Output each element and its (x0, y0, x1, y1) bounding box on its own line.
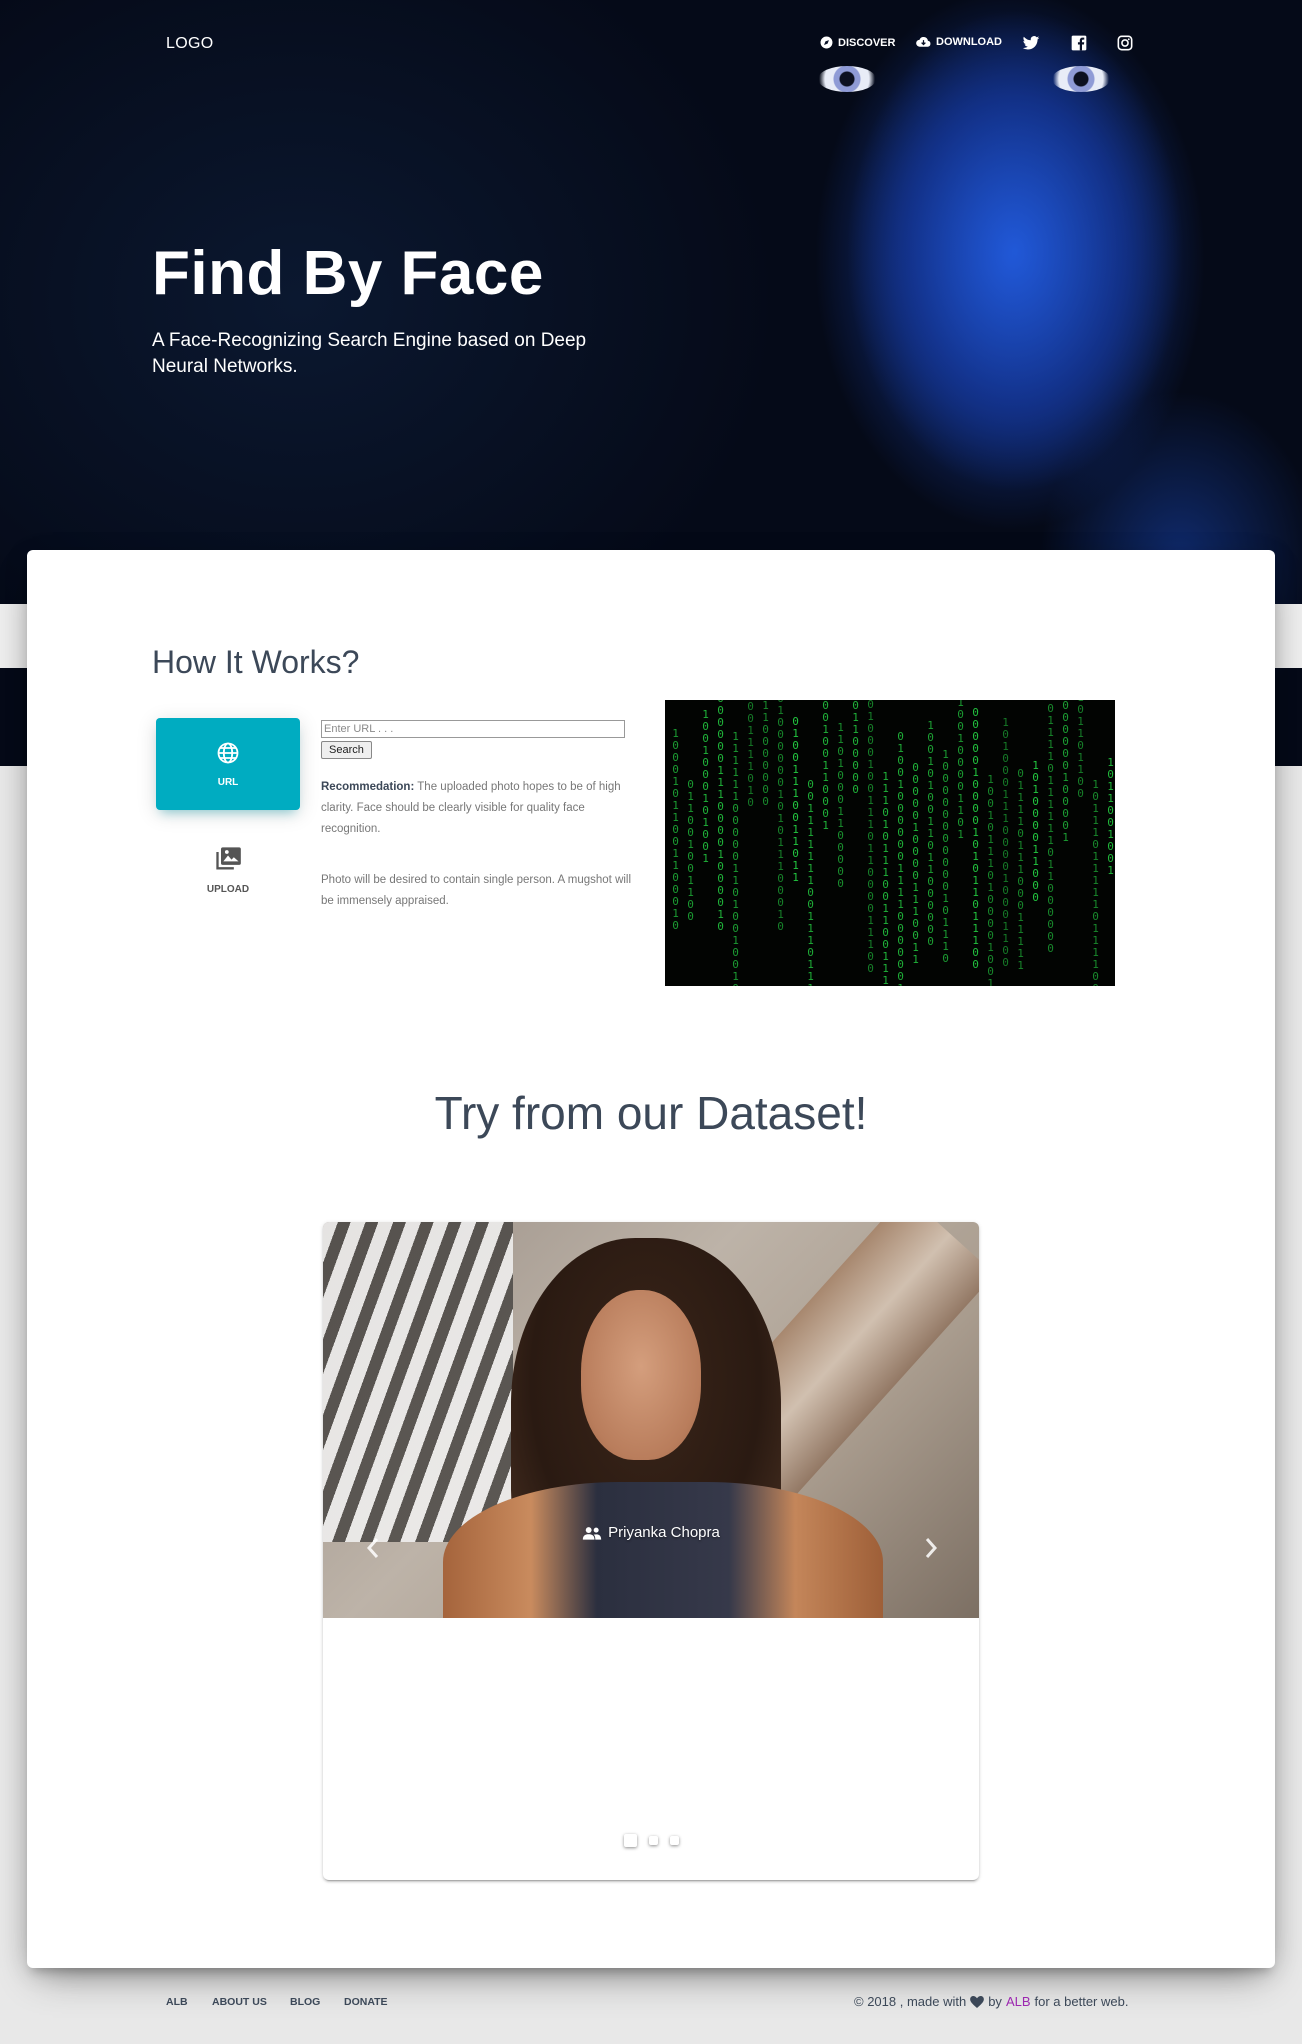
slide-caption: Priyanka Chopra (323, 1524, 979, 1541)
footer-link-blog[interactable]: BLOG (290, 1996, 320, 2008)
compass-icon (820, 36, 833, 49)
dataset-title: Try from our Dataset! (434, 1087, 868, 1139)
twitter-icon[interactable] (1022, 34, 1040, 52)
heart-icon (970, 1995, 985, 2008)
tab-url-label: URL (217, 776, 239, 788)
slide-caption-text: Priyanka Chopra (608, 1524, 720, 1541)
dataset-carousel: Priyanka Chopra (323, 1222, 979, 1880)
url-input[interactable] (321, 720, 625, 738)
how-it-works-title: How It Works? (152, 644, 360, 680)
matrix-code-image: 10001011001100010 011001001100 10010001010… (665, 700, 1115, 986)
carousel-next-button[interactable] (919, 1536, 943, 1560)
tab-upload-label: UPLOAD (206, 883, 250, 895)
recommendation-text: Recommedation: The uploaded photo hopes … (321, 777, 641, 840)
copyright-brand-link[interactable]: ALB (1006, 1994, 1031, 2009)
tab-upload[interactable]: UPLOAD (156, 832, 300, 908)
copyright-prefix: © 2018 , made with (854, 1994, 967, 2009)
navbar: LOGO DISCOVER DOWNLOAD (0, 0, 1302, 90)
cloud-download-icon (916, 36, 931, 47)
footer-link-about-us[interactable]: ABOUT US (212, 1996, 267, 2008)
tab-url[interactable]: URL (156, 718, 300, 810)
hero-subtitle: A Face-Recognizing Search Engine based o… (152, 330, 587, 377)
single-person-note: Photo will be desired to contain single … (321, 874, 632, 907)
search-button[interactable]: Search (321, 741, 372, 759)
photo-library-icon (216, 846, 241, 869)
hero-title: Find By Face (152, 239, 544, 308)
facebook-icon[interactable] (1070, 34, 1088, 52)
recommendation-label: Recommedation: (321, 781, 415, 793)
carousel-prev-button[interactable] (361, 1536, 385, 1560)
instagram-icon[interactable] (1116, 34, 1134, 52)
people-icon (582, 1526, 602, 1540)
footer-link-alb[interactable]: ALB (166, 1996, 188, 2008)
copyright: © 2018 , made with by ALB for a better w… (854, 1994, 1128, 2009)
copyright-suffix: for a better web. (1034, 1994, 1129, 2009)
nav-download-label: DOWNLOAD (936, 36, 1002, 48)
nav-discover-label: DISCOVER (838, 36, 896, 49)
main-content-card: How It Works? URL UPLOAD Search Recommed… (27, 550, 1275, 1968)
nav-download-link[interactable]: DOWNLOAD (916, 36, 1002, 48)
chevron-right-icon (925, 1538, 938, 1558)
carousel-indicator-1[interactable] (623, 1834, 637, 1847)
carousel-slide-image[interactable]: Priyanka Chopra (323, 1222, 979, 1618)
nav-discover-link[interactable]: DISCOVER (820, 36, 895, 49)
carousel-indicator-2[interactable] (648, 1836, 658, 1845)
footer: ALB ABOUT US BLOG DONATE © 2018 , made w… (0, 1984, 1302, 2024)
logo[interactable]: LOGO (166, 35, 213, 53)
carousel-indicators (323, 1834, 979, 1847)
copyright-by: by (988, 1994, 1002, 2009)
carousel-indicator-3[interactable] (669, 1836, 679, 1845)
chevron-left-icon (366, 1538, 379, 1558)
footer-link-donate[interactable]: DONATE (344, 1996, 388, 2008)
globe-icon (217, 742, 239, 763)
